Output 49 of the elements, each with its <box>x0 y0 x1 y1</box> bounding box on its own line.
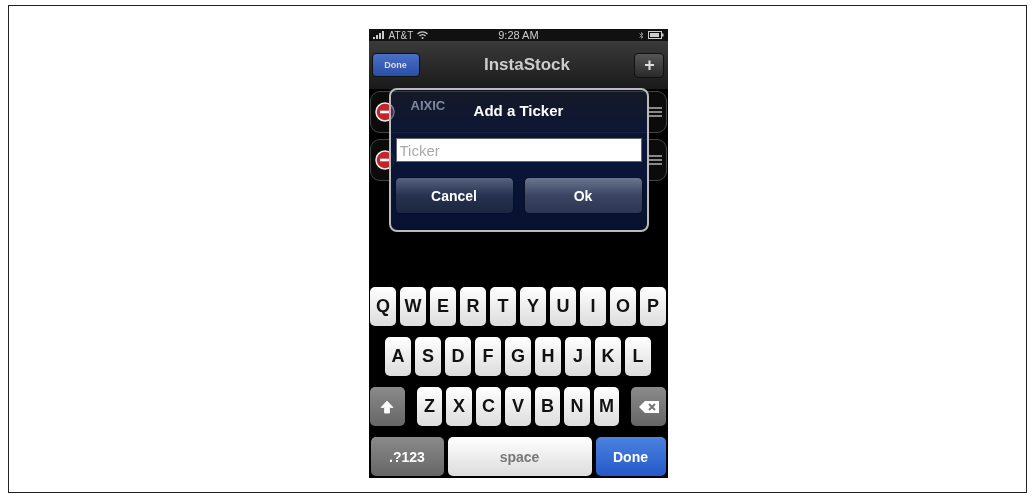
wifi-icon <box>417 31 429 39</box>
letter-key[interactable]: A <box>385 337 411 376</box>
letter-key[interactable]: B <box>534 387 561 426</box>
shift-arrow-icon <box>379 398 396 415</box>
letter-key[interactable]: X <box>446 387 472 426</box>
reorder-icon <box>647 106 662 118</box>
signal-icon <box>372 31 385 39</box>
cancel-button[interactable]: Cancel <box>394 177 514 214</box>
app-title: InstaStock <box>484 55 570 75</box>
letter-key[interactable]: C <box>475 387 502 426</box>
letter-key[interactable]: Q <box>370 287 396 326</box>
letter-key[interactable]: W <box>400 287 426 326</box>
status-time: 9:28 AM <box>498 29 539 41</box>
alert-title: Add a Ticker <box>473 102 564 119</box>
ticker-symbol: AIXIC <box>410 98 446 113</box>
letter-key[interactable]: T <box>490 287 516 326</box>
letter-key[interactable]: D <box>445 337 471 376</box>
letter-key[interactable]: V <box>505 387 531 426</box>
letter-key[interactable]: E <box>430 287 456 326</box>
ok-button[interactable]: Ok <box>523 177 643 214</box>
letter-key[interactable]: G <box>505 337 531 376</box>
letter-key[interactable]: F <box>475 337 501 376</box>
letter-key[interactable]: L <box>625 337 651 376</box>
backspace-icon <box>637 399 660 414</box>
letter-key[interactable]: U <box>550 287 576 326</box>
letter-key[interactable]: P <box>640 287 666 326</box>
bluetooth-icon <box>638 30 644 40</box>
shift-key[interactable] <box>369 387 405 426</box>
letter-key[interactable]: K <box>595 337 621 376</box>
numbers-key[interactable]: .?123 <box>370 437 444 476</box>
carrier-name: AT&T <box>388 29 414 41</box>
done-key[interactable]: Done <box>595 437 666 476</box>
letter-key[interactable]: I <box>580 287 606 326</box>
delete-key[interactable] <box>631 387 667 426</box>
letter-key[interactable]: H <box>535 337 561 376</box>
letter-key[interactable]: O <box>610 287 636 326</box>
battery-icon <box>647 31 664 39</box>
reorder-icon <box>647 154 662 166</box>
add-button[interactable]: + <box>634 52 665 78</box>
letter-key[interactable]: J <box>565 337 591 376</box>
done-button[interactable]: Done <box>371 53 420 77</box>
ticker-field[interactable]: Ticker <box>395 138 642 162</box>
letter-key[interactable]: Z <box>416 387 443 426</box>
letter-key[interactable]: R <box>460 287 486 326</box>
letter-key[interactable]: M <box>593 387 620 426</box>
letter-key[interactable]: S <box>415 337 441 376</box>
space-key[interactable]: space <box>447 437 592 476</box>
letter-key[interactable]: N <box>564 387 590 426</box>
letter-key[interactable]: Y <box>520 287 546 326</box>
